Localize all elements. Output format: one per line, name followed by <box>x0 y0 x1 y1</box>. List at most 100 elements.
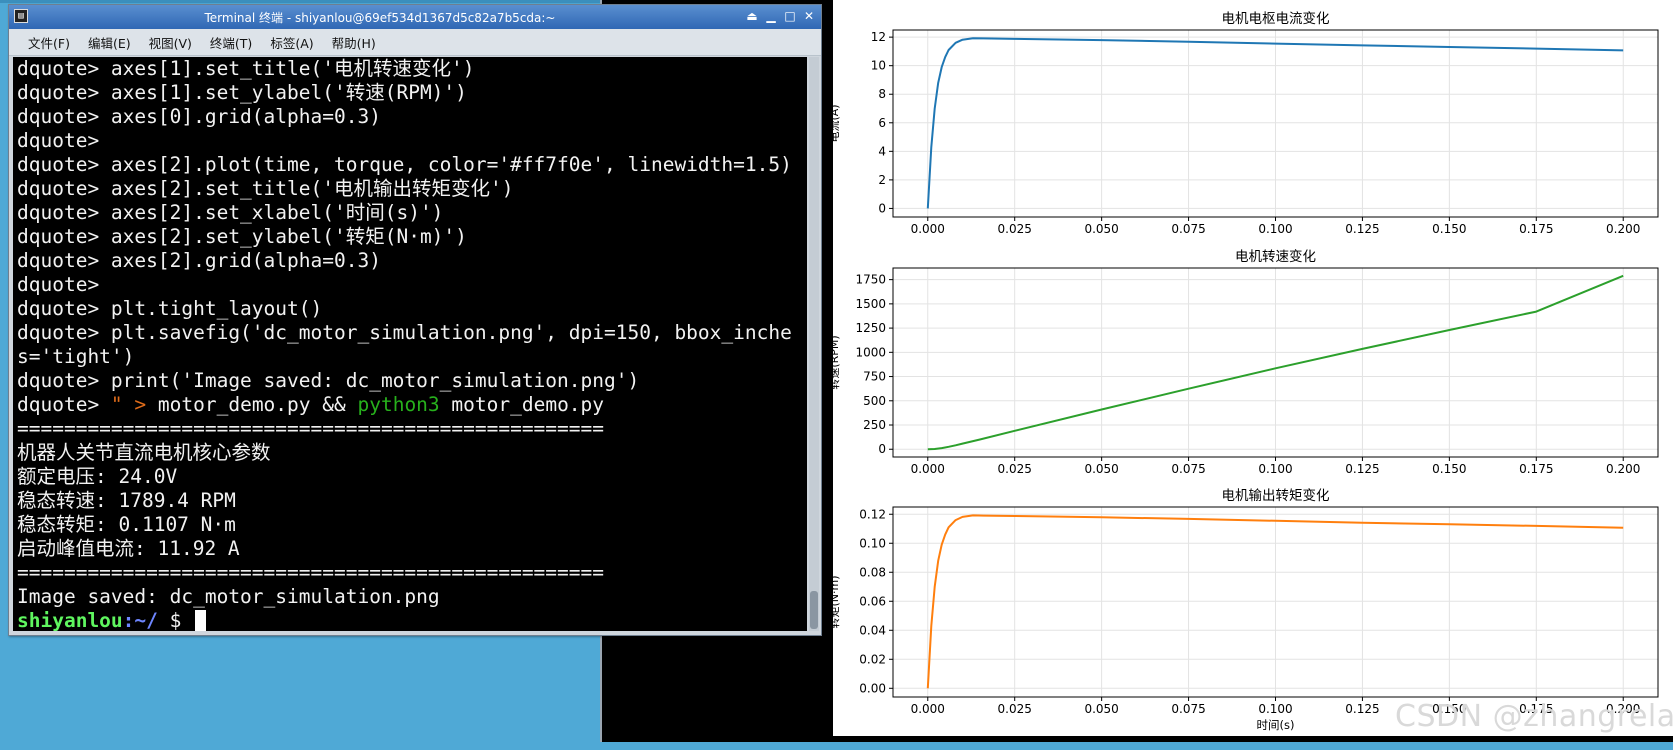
x-tick-label: 0.150 <box>1432 222 1466 236</box>
prompt-user: shiyanlou <box>17 609 123 631</box>
terminal-line: dquote> axes[2].plot(time, torque, color… <box>17 153 792 176</box>
y-tick-label: 10 <box>871 59 886 73</box>
x-tick-label: 0.050 <box>1084 702 1118 716</box>
image-canvas: 0.000 0.025 0.050 0.075 0.100 0.125 0.150 0.175… <box>833 0 1673 736</box>
x-tick-label: 0.200 <box>1606 462 1640 476</box>
close-icon[interactable]: ✕ <box>801 8 817 24</box>
output-heading: 机器人关节直流电机核心参数 <box>17 441 271 464</box>
terminal-line: dquote> axes[2].set_title('电机输出转矩变化') <box>17 177 514 200</box>
scrollbar-thumb[interactable] <box>810 591 818 629</box>
terminal-line: dquote> <box>17 129 100 152</box>
output-voltage: 额定电压: 24.0V <box>17 465 178 488</box>
terminal-line: dquote> axes[2].set_ylabel('转矩(N·m)') <box>17 225 467 248</box>
scrollbar[interactable] <box>809 57 819 631</box>
y-tick-label: 1250 <box>855 321 886 335</box>
y-axis-label: 转矩(N·m) <box>833 575 841 628</box>
plot-figure: 0.000 0.025 0.050 0.075 0.100 0.125 0.150 0.175… <box>833 11 1659 732</box>
terminal-line: dquote> plt.savefig('dc_motor_simulation… <box>17 321 792 344</box>
command-line: dquote> " > motor_demo.py && python3 mot… <box>17 393 807 417</box>
output-speed: 稳态转速: 1789.4 RPM <box>17 489 236 512</box>
window-title: Terminal 终端 - shiyanlou@69ef534d1367d5c8… <box>204 11 556 25</box>
x-tick-label: 0.075 <box>1171 702 1205 716</box>
terminal-line: dquote> axes[1].set_ylabel('转速(RPM)') <box>17 81 467 104</box>
prompt-symbol: $ <box>157 609 194 631</box>
x-tick-label: 0.075 <box>1171 222 1205 236</box>
menu-bar: 文件(F) 编辑(E) 视图(V) 终端(T) 标签(A) 帮助(H) <box>9 29 821 56</box>
x-tick-label: 0.000 <box>911 462 945 476</box>
y-axis-label: 转速(RPM) <box>833 335 841 389</box>
terminal-line: dquote> print('Image saved: dc_motor_sim… <box>17 369 640 392</box>
menu-edit[interactable]: 编辑(E) <box>79 33 140 52</box>
y-tick-label: 0.12 <box>859 507 886 521</box>
prompt-path: :~/ <box>122 609 158 631</box>
window-controls: ⏏ ▁ □ ✕ <box>744 8 817 24</box>
y-tick-label: 0 <box>878 442 886 456</box>
y-tick-label: 0.04 <box>859 623 886 637</box>
y-tick-label: 0.00 <box>859 681 886 695</box>
x-tick-label: 0.175 <box>1519 462 1553 476</box>
terminal-line: dquote> axes[2].grid(alpha=0.3) <box>17 249 381 272</box>
y-axis-label: 电流(A) <box>833 104 841 142</box>
terminal-window[interactable]: ▤ Terminal 终端 - shiyanlou@69ef534d1367d5… <box>8 4 822 636</box>
terminal-output[interactable]: dquote> axes[1].set_title('电机转速变化') dquo… <box>13 57 807 631</box>
watermark: CSDN @zhangrelay <box>1395 699 1673 734</box>
command-mid: motor_demo.py && <box>146 393 358 416</box>
x-tick-label: 0.050 <box>1084 222 1118 236</box>
python-command: python3 <box>357 393 440 416</box>
x-tick-label: 0.100 <box>1258 222 1292 236</box>
x-tick-label: 0.100 <box>1258 462 1292 476</box>
shell-prompt[interactable]: shiyanlou:~/ $ <box>17 609 807 631</box>
output-separator: ========================================… <box>17 417 604 440</box>
maximize-icon[interactable]: □ <box>782 8 798 24</box>
x-tick-label: 0.200 <box>1606 222 1640 236</box>
x-tick-label: 0.025 <box>998 702 1032 716</box>
y-tick-label: 0.08 <box>859 565 886 579</box>
menu-view[interactable]: 视图(V) <box>140 33 201 52</box>
y-tick-label: 1000 <box>855 345 886 359</box>
terminal-line: s='tight') <box>17 345 135 368</box>
x-tick-label: 0.125 <box>1345 462 1379 476</box>
x-tick-label: 0.125 <box>1345 702 1379 716</box>
y-tick-label: 2 <box>878 173 886 187</box>
menu-file[interactable]: 文件(F) <box>19 33 79 52</box>
y-tick-label: 0 <box>878 201 886 215</box>
x-tick-label: 0.075 <box>1171 462 1205 476</box>
y-tick-label: 6 <box>878 116 886 130</box>
y-tick-label: 1750 <box>855 273 886 287</box>
x-tick-label: 0.100 <box>1258 702 1292 716</box>
x-axis-label: 时间(s) <box>1257 718 1295 732</box>
y-tick-label: 250 <box>863 418 886 432</box>
title-bar[interactable]: ▤ Terminal 终端 - shiyanlou@69ef534d1367d5… <box>9 5 821 29</box>
terminal-line: dquote> axes[2].set_xlabel('时间(s)') <box>17 201 444 224</box>
x-tick-label: 0.025 <box>998 462 1032 476</box>
x-tick-label: 0.025 <box>998 222 1032 236</box>
x-tick-label: 0.000 <box>911 702 945 716</box>
output-separator: ========================================… <box>17 561 604 584</box>
y-tick-label: 0.02 <box>859 652 886 666</box>
menu-tabs[interactable]: 标签(A) <box>261 33 322 52</box>
y-tick-label: 8 <box>878 87 886 101</box>
x-tick-label: 0.150 <box>1432 462 1466 476</box>
minimize-icon[interactable]: ▁ <box>763 8 779 24</box>
y-tick-label: 0.06 <box>859 594 886 608</box>
chart-title: 电机转速变化 <box>1235 249 1316 265</box>
terminal-line: dquote> axes[0].grid(alpha=0.3) <box>17 105 381 128</box>
y-tick-label: 0.10 <box>859 536 886 550</box>
y-tick-label: 750 <box>863 370 886 384</box>
menu-help[interactable]: 帮助(H) <box>323 33 385 52</box>
chart-title: 电机输出转矩变化 <box>1222 488 1330 504</box>
eject-icon[interactable]: ⏏ <box>744 8 760 24</box>
command-prefix: dquote> <box>17 393 111 416</box>
output-torque: 稳态转矩: 0.1107 N·m <box>17 513 236 536</box>
terminal-line: dquote> plt.tight_layout() <box>17 297 323 320</box>
text-cursor <box>195 610 207 631</box>
y-tick-label: 12 <box>871 30 886 44</box>
y-tick-label: 500 <box>863 394 886 408</box>
redirect-quote: " > <box>110 393 147 416</box>
x-tick-label: 0.125 <box>1345 222 1379 236</box>
y-tick-label: 1500 <box>855 297 886 311</box>
x-tick-label: 0.000 <box>911 222 945 236</box>
terminal-line: dquote> <box>17 273 100 296</box>
y-tick-label: 4 <box>878 144 886 158</box>
menu-terminal[interactable]: 终端(T) <box>201 33 261 52</box>
